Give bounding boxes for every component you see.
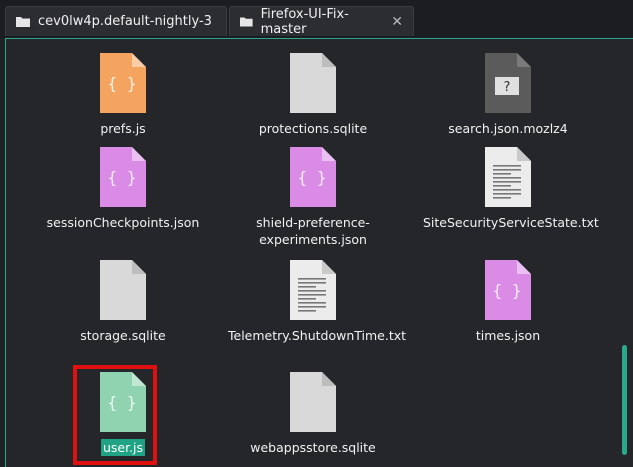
folder-icon	[240, 17, 253, 27]
file-name: protections.sqlite	[258, 121, 368, 136]
file-item[interactable]: webappsstore.sqlite	[213, 372, 413, 456]
file-item[interactable]: storage.sqlite	[23, 260, 223, 344]
file-name: prefs.js	[100, 121, 146, 136]
file-name: sessionCheckpoints.json	[46, 215, 200, 230]
unknown-file-icon: ?	[485, 53, 531, 113]
file-item[interactable]: protections.sqlite	[213, 53, 413, 137]
selection-highlight	[73, 365, 157, 465]
svg-text:{ }: { }	[108, 168, 137, 187]
vertical-scrollbar[interactable]	[622, 345, 627, 455]
close-icon[interactable]: ✕	[391, 14, 403, 30]
blank-file-icon	[100, 260, 146, 320]
braces-file-icon: { }	[100, 147, 146, 207]
braces-file-icon: { }	[485, 260, 531, 320]
file-name: search.json.mozlz4	[448, 121, 568, 136]
file-name: shield-preference-experiments.json	[256, 215, 370, 247]
file-item[interactable]: SiteSecurityServiceState.txt	[408, 147, 608, 231]
file-item[interactable]: ? search.json.mozlz4	[408, 53, 608, 137]
file-item[interactable]: { } prefs.js	[23, 53, 223, 137]
file-item[interactable]: { } shield-preference-experiments.json	[213, 147, 413, 248]
blank-file-icon	[290, 372, 336, 432]
tab-bar: cev0lw4p.default-nightly-3 Firefox-UI-Fi…	[0, 0, 633, 38]
tab-label: Firefox-UI-Fix-master	[260, 6, 349, 37]
file-item[interactable]: { } times.json	[408, 260, 608, 344]
tab-label: cev0lw4p.default-nightly-3	[38, 14, 212, 29]
file-item[interactable]: Telemetry.ShutdownTime.txt	[213, 260, 413, 344]
file-name: SiteSecurityServiceState.txt	[423, 215, 599, 230]
file-name: webappsstore.sqlite	[250, 440, 376, 455]
svg-text:?: ?	[504, 80, 511, 95]
text-file-icon	[485, 147, 531, 207]
svg-text:{ }: { }	[298, 168, 327, 187]
file-item[interactable]: { } sessionCheckpoints.json	[23, 147, 223, 231]
file-name: Telemetry.ShutdownTime.txt	[228, 328, 407, 343]
folder-icon	[16, 17, 30, 27]
file-name: storage.sqlite	[80, 328, 166, 343]
svg-text:{ }: { }	[493, 281, 522, 300]
tab-cev0lw4p[interactable]: cev0lw4p.default-nightly-3	[5, 6, 227, 36]
braces-file-icon: { }	[100, 53, 146, 113]
blank-file-icon	[290, 53, 336, 113]
text-file-icon	[290, 260, 336, 320]
file-name: times.json	[475, 328, 541, 343]
tab-firefox-ui-fix[interactable]: Firefox-UI-Fix-master ✕	[229, 6, 414, 37]
braces-file-icon: { }	[290, 147, 336, 207]
svg-text:{ }: { }	[108, 74, 137, 93]
